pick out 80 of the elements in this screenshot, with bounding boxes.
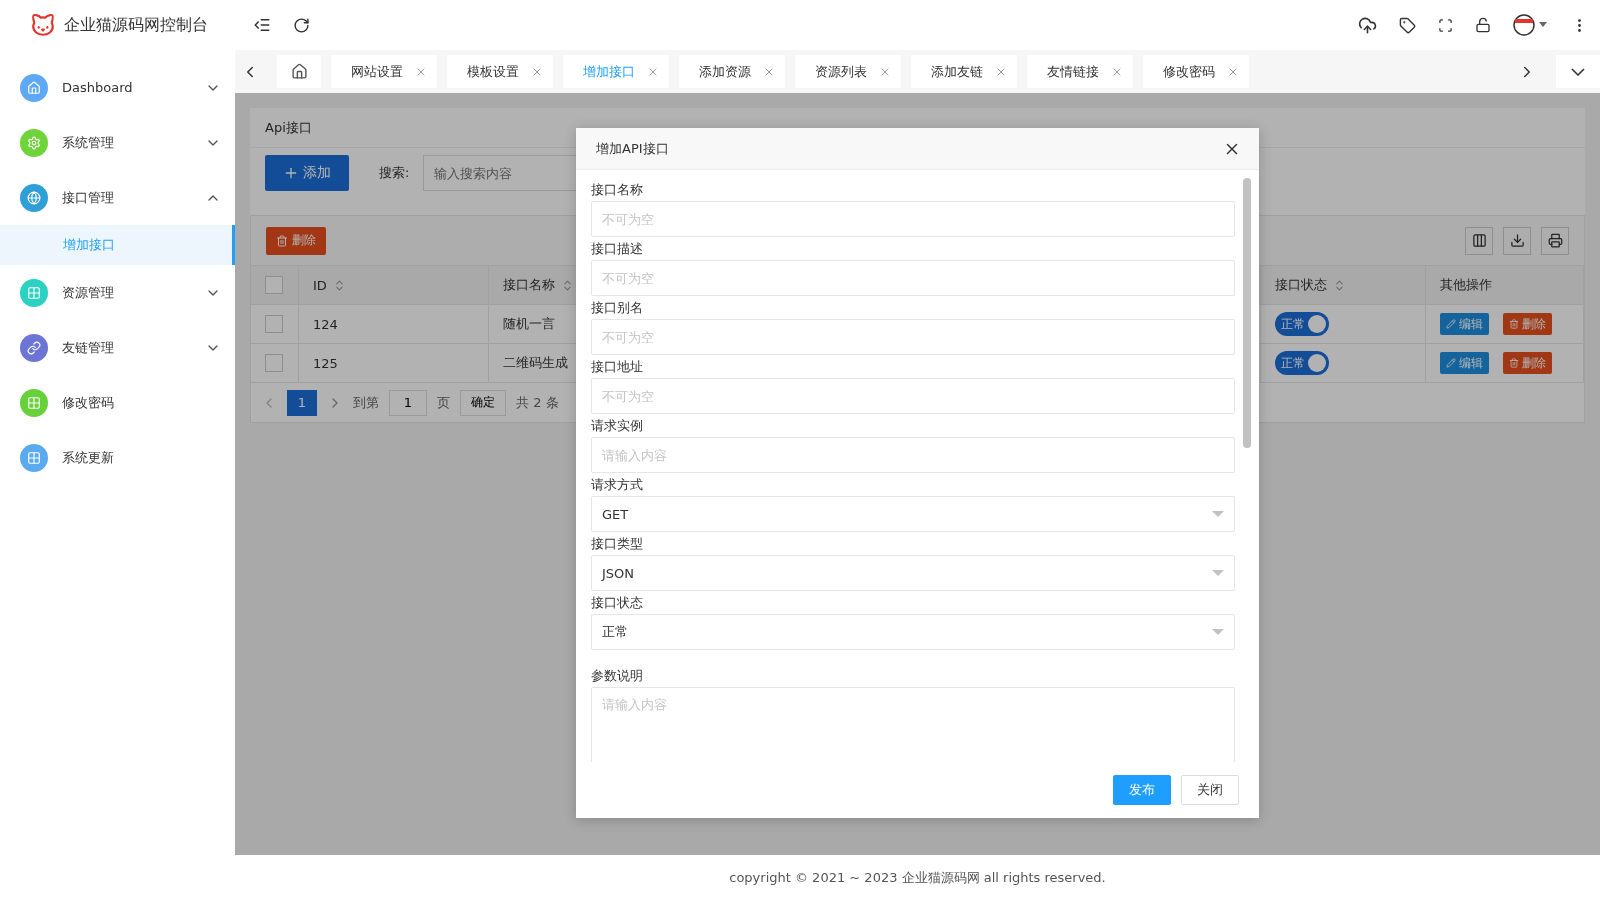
input-field[interactable]: 不可为空 bbox=[591, 201, 1235, 237]
tab[interactable]: 资源列表 bbox=[795, 55, 901, 88]
total-count: 共 2 条 bbox=[516, 393, 559, 412]
select-field[interactable]: GET bbox=[591, 496, 1235, 532]
status-switch[interactable]: 正常 bbox=[1275, 312, 1329, 336]
page-input[interactable]: 1 bbox=[389, 389, 427, 416]
home-tab[interactable] bbox=[277, 55, 321, 88]
tab[interactable]: 修改密码 bbox=[1143, 55, 1249, 88]
trash-icon bbox=[1509, 358, 1519, 368]
tabs-menu-button[interactable] bbox=[1556, 55, 1600, 88]
sort-icon bbox=[561, 278, 574, 292]
add-button[interactable]: 添加 bbox=[265, 155, 349, 191]
select-field[interactable]: 正常 bbox=[591, 614, 1235, 650]
input-field[interactable]: 不可为空 bbox=[591, 260, 1235, 296]
sidebar-item[interactable]: 资源管理 bbox=[0, 265, 235, 320]
table-cell: 125 bbox=[299, 344, 489, 382]
select-field[interactable]: JSON bbox=[591, 555, 1235, 591]
fullscreen-icon[interactable] bbox=[1438, 17, 1453, 33]
trash-icon bbox=[1509, 319, 1519, 329]
scrollbar-thumb[interactable] bbox=[1243, 178, 1251, 448]
cloud-icon[interactable] bbox=[1358, 15, 1377, 35]
sidebar-item[interactable]: Dashboard bbox=[0, 60, 235, 115]
page-button[interactable]: 1 bbox=[287, 389, 317, 416]
cat-logo-icon bbox=[30, 12, 56, 38]
menu-collapse-icon[interactable] bbox=[253, 16, 271, 34]
input-field[interactable]: 不可为空 bbox=[591, 378, 1235, 414]
tab[interactable]: 网站设置 bbox=[331, 55, 437, 88]
field-label: 请求方式 bbox=[591, 475, 644, 494]
avatar-icon[interactable] bbox=[1513, 14, 1549, 36]
field-label: 请求实例 bbox=[591, 416, 644, 435]
grid-icon bbox=[27, 395, 41, 410]
input-field[interactable]: 不可为空 bbox=[591, 319, 1235, 355]
row-checkbox[interactable] bbox=[265, 315, 283, 333]
export-icon[interactable] bbox=[1503, 226, 1531, 255]
copyright-text: copyright © 2021 ~ 2023 企业猫源码网 all rights reserved. bbox=[729, 868, 1106, 887]
grid-icon bbox=[27, 450, 41, 465]
tab[interactable]: 模板设置 bbox=[447, 55, 553, 88]
field-label: 接口地址 bbox=[591, 357, 644, 376]
refresh-icon[interactable] bbox=[293, 16, 310, 34]
grid-icon bbox=[27, 285, 41, 300]
home-icon bbox=[27, 80, 41, 95]
dialog-button[interactable]: 关闭 bbox=[1181, 775, 1239, 805]
sidebar-item[interactable]: 修改密码 bbox=[0, 375, 235, 430]
row-checkbox[interactable] bbox=[265, 354, 283, 372]
tab[interactable]: 添加友链 bbox=[911, 55, 1017, 88]
plus-icon bbox=[283, 165, 299, 181]
select-all-checkbox[interactable] bbox=[265, 276, 283, 294]
sidebar-item[interactable]: 友链管理 bbox=[0, 320, 235, 375]
table-cell: 124 bbox=[299, 305, 489, 343]
confirm-button[interactable]: 确定 bbox=[460, 389, 506, 416]
field-label: 接口类型 bbox=[591, 534, 644, 553]
field-label: 接口状态 bbox=[591, 593, 644, 612]
lock-icon[interactable] bbox=[1475, 17, 1491, 33]
home-icon bbox=[290, 63, 308, 80]
sort-icon bbox=[1333, 278, 1346, 292]
goto-label: 到第 bbox=[353, 393, 379, 412]
field-label: 接口描述 bbox=[591, 239, 644, 258]
page-label: 页 bbox=[437, 393, 450, 412]
pencil-icon bbox=[1446, 358, 1456, 368]
status-switch[interactable]: 正常 bbox=[1275, 351, 1329, 375]
gear-icon bbox=[27, 135, 41, 150]
sidebar-item[interactable]: 系统管理 bbox=[0, 115, 235, 170]
field-label: 参数说明 bbox=[591, 666, 644, 685]
pencil-icon bbox=[1446, 319, 1456, 329]
trash-icon bbox=[276, 234, 288, 247]
chevron-down-icon bbox=[1571, 67, 1585, 76]
print-icon[interactable] bbox=[1541, 226, 1569, 255]
column-header[interactable]: 其他操作 bbox=[1426, 266, 1584, 304]
tab[interactable]: 友情链接 bbox=[1027, 55, 1133, 88]
search-label: 搜索: bbox=[379, 164, 410, 182]
app-title: 企业猫源码网控制台 bbox=[64, 14, 208, 36]
tag-icon[interactable] bbox=[1399, 16, 1416, 34]
globe-icon bbox=[27, 190, 41, 205]
column-header[interactable]: 接口状态 bbox=[1261, 266, 1426, 304]
columns-icon[interactable] bbox=[1465, 226, 1493, 255]
sidebar-item[interactable]: 接口管理 bbox=[0, 170, 235, 225]
column-header[interactable]: ID bbox=[299, 266, 489, 304]
tab[interactable]: 添加资源 bbox=[679, 55, 785, 88]
sidebar-item[interactable]: 系统更新 bbox=[0, 430, 235, 485]
link-icon bbox=[27, 340, 41, 355]
